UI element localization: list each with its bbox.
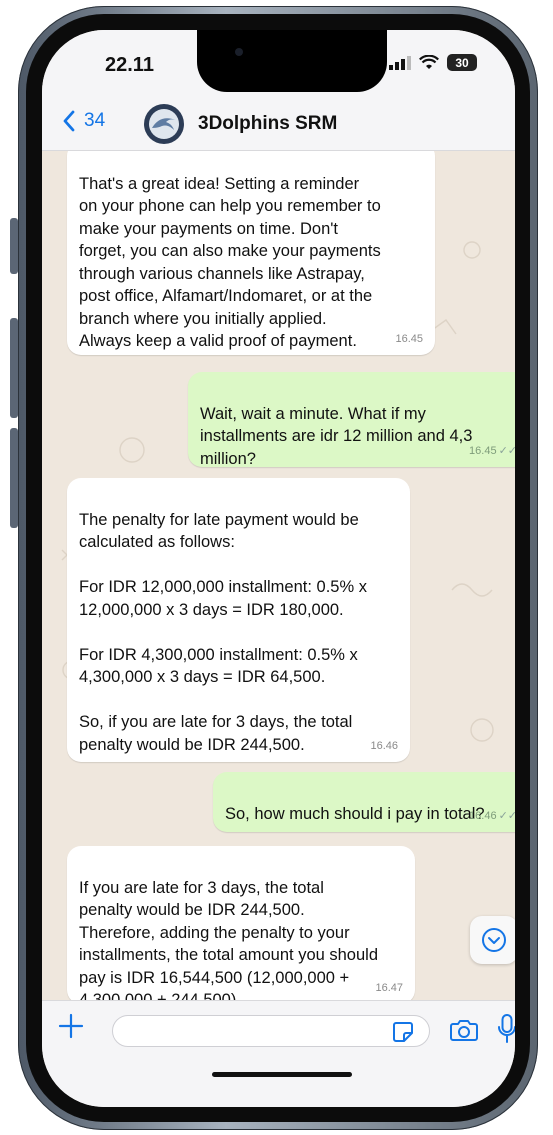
message-text: If you are late for 3 days, the total pe… <box>79 878 379 1010</box>
microphone-button[interactable] <box>497 1013 515 1050</box>
back-button[interactable]: 34 <box>62 110 105 132</box>
phone-side-button <box>10 318 18 418</box>
chevron-down-circle-icon <box>482 928 506 952</box>
phone-side-button <box>10 428 18 528</box>
message-input[interactable] <box>112 1015 430 1047</box>
sticker-button[interactable] <box>392 1021 414 1048</box>
contact-name[interactable]: 3Dolphins SRM <box>198 113 337 135</box>
read-ticks-icon: ✓✓ <box>498 444 515 457</box>
message-time: 16.46 <box>370 739 398 752</box>
message-time: 16.45 <box>395 332 423 345</box>
message-text: So, how much should i pay in total? <box>225 804 485 823</box>
sticker-icon <box>393 1022 413 1042</box>
front-camera <box>235 48 243 56</box>
back-count: 34 <box>84 110 106 131</box>
outgoing-message: Wait, wait a minute. What if my installm… <box>188 372 515 468</box>
dolphin-logo-icon <box>145 105 183 143</box>
camera-icon <box>450 1020 478 1041</box>
message-time: 16.45 ✓✓ <box>469 444 515 457</box>
message-text: That's a great idea! Setting a reminder … <box>79 174 381 351</box>
message-list: That's a great idea! Setting a reminder … <box>42 142 515 1009</box>
message-time: 16.46 ✓✓ <box>469 809 515 822</box>
incoming-message: The penalty for late payment would be ca… <box>67 478 410 762</box>
message-composer <box>42 1000 515 1107</box>
attach-button[interactable] <box>58 1011 84 1045</box>
battery-indicator: 30 <box>447 54 477 71</box>
message-text: The penalty for late payment would be ca… <box>79 510 367 754</box>
phone-screen: 22.11 30 34 3Dolphins SRM That's a great… <box>42 30 515 1107</box>
chat-header: 34 3Dolphins SRM <box>42 100 515 151</box>
contact-avatar[interactable] <box>144 104 184 144</box>
phone-side-button <box>10 218 18 274</box>
camera-button[interactable] <box>450 1018 478 1047</box>
microphone-icon <box>498 1014 515 1043</box>
wifi-icon <box>419 55 439 69</box>
incoming-message: That's a great idea! Setting a reminder … <box>67 142 435 355</box>
scroll-down-button[interactable] <box>470 916 515 964</box>
dynamic-island <box>197 30 387 92</box>
read-ticks-icon: ✓✓ <box>498 809 515 822</box>
incoming-message: If you are late for 3 days, the total pe… <box>67 846 415 1009</box>
message-text: Wait, wait a minute. What if my installm… <box>200 404 473 468</box>
status-icons: 30 <box>389 54 477 71</box>
chevron-left-icon <box>63 110 75 132</box>
message-time: 16.47 <box>375 981 403 994</box>
plus-icon <box>58 1013 84 1039</box>
outgoing-message: So, how much should i pay in total? 16.4… <box>213 772 515 832</box>
signal-icon <box>389 55 411 70</box>
status-time: 22.11 <box>105 54 154 76</box>
home-indicator[interactable] <box>212 1072 352 1077</box>
